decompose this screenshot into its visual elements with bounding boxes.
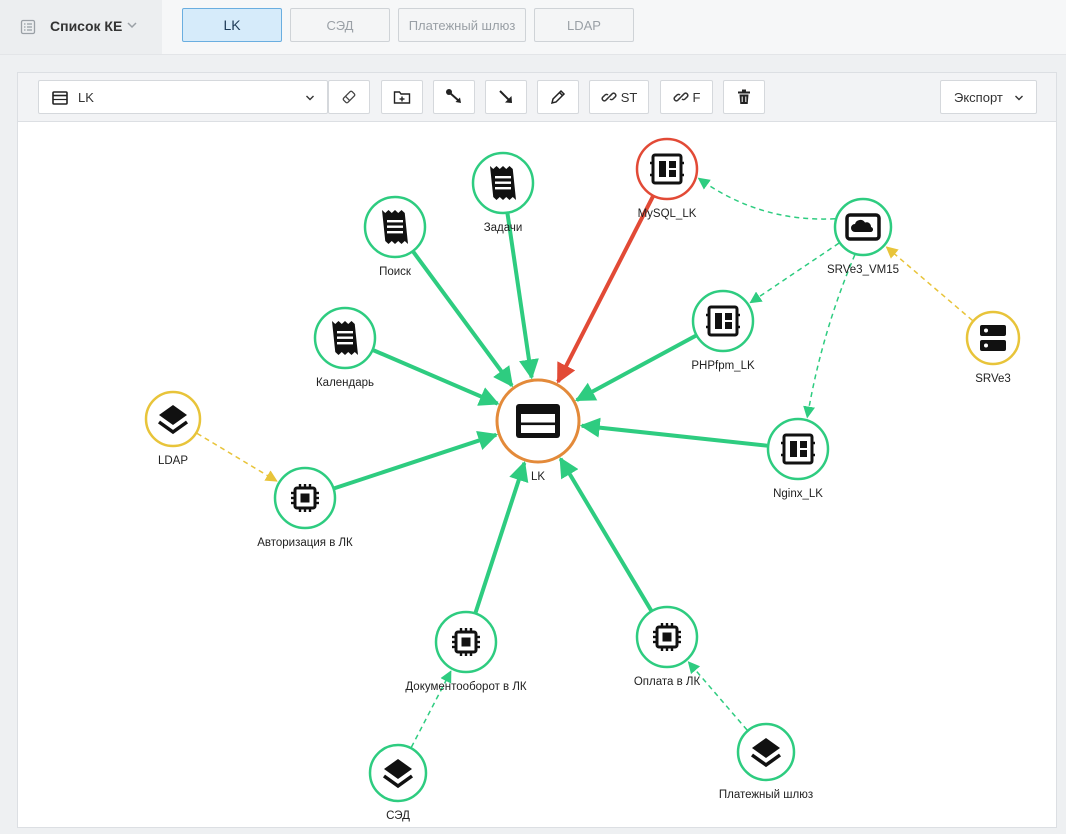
node-poisk[interactable]: Поиск <box>363 195 427 278</box>
export-dropdown[interactable]: Экспорт <box>940 80 1037 114</box>
node-label: SRVe3 <box>975 373 1011 385</box>
edge-docflow-to-lk[interactable] <box>473 460 529 614</box>
node-label: Календарь <box>316 377 374 389</box>
link-f-label: F <box>692 89 701 105</box>
edge-mysql-to-lk[interactable] <box>556 195 655 384</box>
link-icon <box>601 92 617 102</box>
tab-sed[interactable]: СЭД <box>290 8 390 42</box>
clear-button[interactable] <box>328 80 370 114</box>
edge-auth-to-lk[interactable] <box>333 430 499 491</box>
node-circle[interactable] <box>766 417 830 481</box>
add-link-button[interactable] <box>433 80 475 114</box>
node-label: Авторизация в ЛК <box>257 537 353 549</box>
edge-srve3vm-to-phpfpm[interactable] <box>749 242 840 304</box>
ke-select-value: LK <box>78 90 94 105</box>
graph-panel: LK ST F Экспорт LK Поиск Задачи MySQL_LK… <box>17 72 1057 828</box>
ke-select[interactable]: LK <box>38 80 328 114</box>
tab-payment-gateway[interactable]: Платежный шлюз <box>398 8 526 42</box>
edge-gateway-to-payment[interactable] <box>687 661 748 731</box>
receipt-icon <box>490 166 516 200</box>
edge-poisk-to-lk[interactable] <box>411 250 514 388</box>
ke-list-label: Список КЕ <box>50 18 123 34</box>
node-circle[interactable] <box>691 289 755 353</box>
chevron-down-icon <box>1015 95 1023 101</box>
node-docflow[interactable]: Документооборот в ЛК <box>405 610 527 693</box>
edge-srve3vm-to-mysql[interactable] <box>697 177 836 220</box>
chevron-down-icon <box>306 95 314 101</box>
node-label: Поиск <box>379 266 412 278</box>
add-node-button[interactable] <box>381 80 423 114</box>
edge-srve3-to-srve3vm[interactable] <box>885 246 973 322</box>
top-bar: Список КЕ LK СЭД Платежный шлюз LDAP <box>0 0 1066 55</box>
node-label: Оплата в ЛК <box>634 676 701 688</box>
folder-plus-icon <box>393 91 411 104</box>
edge-payment-to-lk[interactable] <box>558 457 653 612</box>
tab-ldap[interactable]: LDAP <box>534 8 634 42</box>
trash-icon <box>738 89 750 104</box>
node-label: Nginx_LK <box>773 488 823 500</box>
link-st-button[interactable]: ST <box>589 80 649 114</box>
receipt-icon <box>332 321 358 355</box>
node-payment[interactable]: Оплата в ЛК <box>634 605 701 688</box>
delete-button[interactable] <box>723 80 765 114</box>
node-label: SRVe3_VM15 <box>827 264 899 276</box>
node-auth[interactable]: Авторизация в ЛК <box>257 466 353 549</box>
link-nodes-icon <box>446 89 461 103</box>
node-label: Документооборот в ЛК <box>405 681 527 693</box>
export-label: Экспорт <box>954 89 1003 105</box>
chevron-down-icon <box>127 22 137 29</box>
tab-lk[interactable]: LK <box>182 8 282 42</box>
chip-icon <box>653 623 681 651</box>
node-nginx[interactable]: Nginx_LK <box>766 417 830 500</box>
edge-calendar-to-lk[interactable] <box>372 348 500 406</box>
node-phpfpm[interactable]: PHPfpm_LK <box>691 289 755 372</box>
node-label: LDAP <box>158 455 188 467</box>
pencil-icon <box>550 89 566 105</box>
edge-ldap-to-auth[interactable] <box>196 432 278 482</box>
node-srve3vm[interactable]: SRVe3_VM15 <box>827 197 899 276</box>
eraser-icon <box>342 90 356 104</box>
dependency-graph[interactable]: LK Поиск Задачи MySQL_LK SRVe3_VM15 PHPf… <box>18 121 1056 827</box>
node-circle[interactable] <box>635 137 699 201</box>
window-icon <box>52 91 68 105</box>
list-icon <box>20 19 36 35</box>
receipt-icon <box>382 210 408 244</box>
edge-nginx-to-lk[interactable] <box>579 417 768 448</box>
chip-icon <box>452 628 480 656</box>
node-label: PHPfpm_LK <box>691 360 755 372</box>
node-ldap[interactable]: LDAP <box>144 390 202 467</box>
window-icon <box>516 404 560 438</box>
node-label: Задачи <box>484 222 523 234</box>
add-arrow-button[interactable] <box>485 80 527 114</box>
node-mysql[interactable]: MySQL_LK <box>635 137 699 220</box>
node-srve3[interactable]: SRVe3 <box>965 310 1021 385</box>
ke-list-toggle[interactable]: Список КЕ <box>0 0 162 54</box>
edge-srve3vm-to-nginx[interactable] <box>803 254 856 419</box>
node-calendar[interactable]: Календарь <box>313 306 377 389</box>
link-icon <box>673 92 689 102</box>
edit-button[interactable] <box>537 80 579 114</box>
node-circle[interactable] <box>965 310 1021 366</box>
node-gateway[interactable]: Платежный шлюз <box>719 722 813 801</box>
edge-phpfpm-to-lk[interactable] <box>574 333 697 402</box>
graph-toolbar: LK ST F Экспорт <box>18 73 1056 122</box>
edge-zadachi-to-lk[interactable] <box>505 213 539 380</box>
chip-icon <box>291 484 319 512</box>
node-label: СЭД <box>386 810 410 822</box>
link-f-button[interactable]: F <box>660 80 713 114</box>
node-label: MySQL_LK <box>638 208 697 220</box>
node-sed[interactable]: СЭД <box>368 743 428 822</box>
node-zadachi[interactable]: Задачи <box>471 151 535 234</box>
arrow-down-right-icon <box>499 90 512 103</box>
link-st-label: ST <box>620 89 638 105</box>
node-label: Платежный шлюз <box>719 789 813 801</box>
node-label: LK <box>531 471 545 483</box>
